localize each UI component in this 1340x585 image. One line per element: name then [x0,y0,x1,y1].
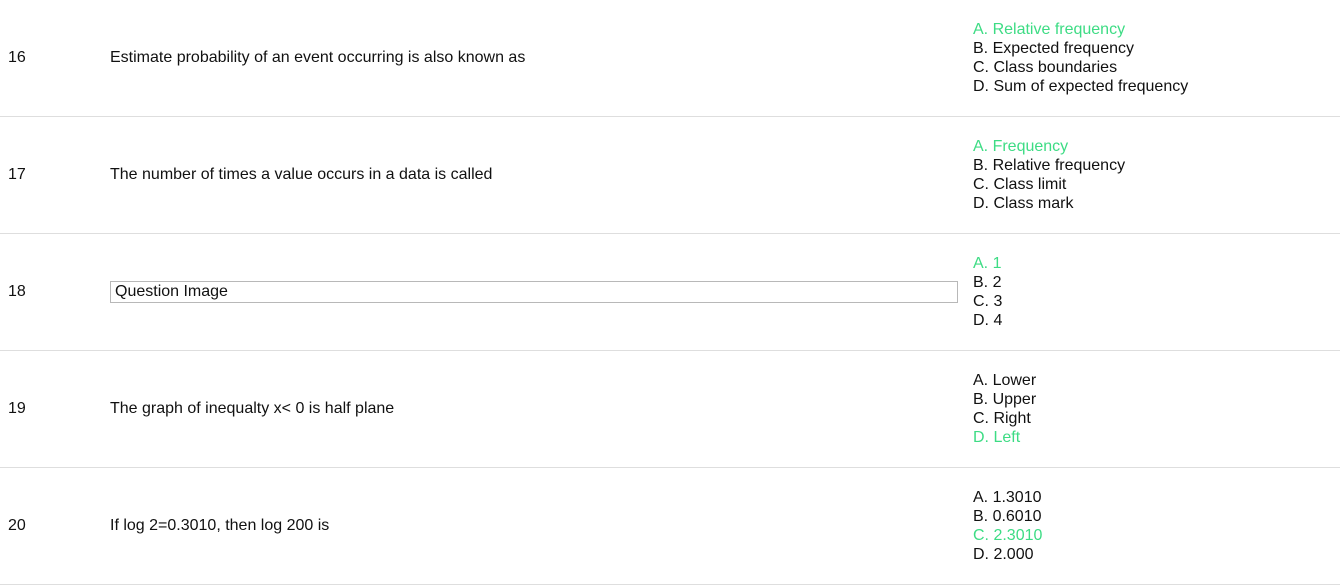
option-a: A. 1 [973,255,1002,272]
option-d: D. 2.000 [973,546,1034,563]
answer-options: A. 1 B. 2 C. 3 D. 4 [958,254,1340,330]
option-b: B. Expected frequency [973,40,1134,57]
option-d: D. Sum of expected frequency [973,78,1189,95]
option-b: B. Upper [973,391,1037,408]
option-b: B. 0.6010 [973,508,1042,525]
answer-options: A. 1.3010 B. 0.6010 C. 2.3010 D. 2.000 [958,488,1340,564]
question-row: 20 If log 2=0.3010, then log 200 is A. 1… [0,468,1340,585]
question-row: 18 Question Image A. 1 B. 2 C. 3 D. 4 [0,234,1340,351]
option-c: C. Right [973,410,1031,427]
question-text: The number of times a value occurs in a … [110,166,493,183]
option-b: B. 2 [973,274,1002,291]
question-row: 17 The number of times a value occurs in… [0,117,1340,234]
question-text: Estimate probability of an event occurri… [110,49,526,66]
question-list: 16 Estimate probability of an event occu… [0,0,1340,585]
answer-options: A. Lower B. Upper C. Right D. Left [958,371,1340,447]
question-number: 16 [8,49,26,66]
question-number: 19 [8,400,26,417]
option-c: C. Class limit [973,176,1067,193]
question-row: 19 The graph of inequalty x< 0 is half p… [0,351,1340,468]
option-b: B. Relative frequency [973,157,1126,174]
question-image: Question Image [110,281,958,303]
option-a: A. Frequency [973,138,1069,155]
question-row: 16 Estimate probability of an event occu… [0,0,1340,117]
answer-options: A. Relative frequency B. Expected freque… [958,20,1340,96]
option-d: D. 4 [973,312,1003,329]
option-c: C. 3 [973,293,1003,310]
question-number: 17 [8,166,26,183]
option-a: A. Lower [973,372,1037,389]
option-c: C. Class boundaries [973,59,1118,76]
option-a: A. Relative frequency [973,21,1126,38]
question-image-container: Question Image [110,281,958,303]
option-d: D. Class mark [973,195,1074,212]
question-number: 20 [8,517,26,534]
option-a: A. 1.3010 [973,489,1042,506]
option-d: D. Left [973,429,1021,446]
question-text: If log 2=0.3010, then log 200 is [110,517,330,534]
question-number: 18 [8,283,26,300]
answer-options: A. Frequency B. Relative frequency C. Cl… [958,137,1340,213]
question-text: The graph of inequalty x< 0 is half plan… [110,400,395,417]
option-c: C. 2.3010 [973,527,1043,544]
